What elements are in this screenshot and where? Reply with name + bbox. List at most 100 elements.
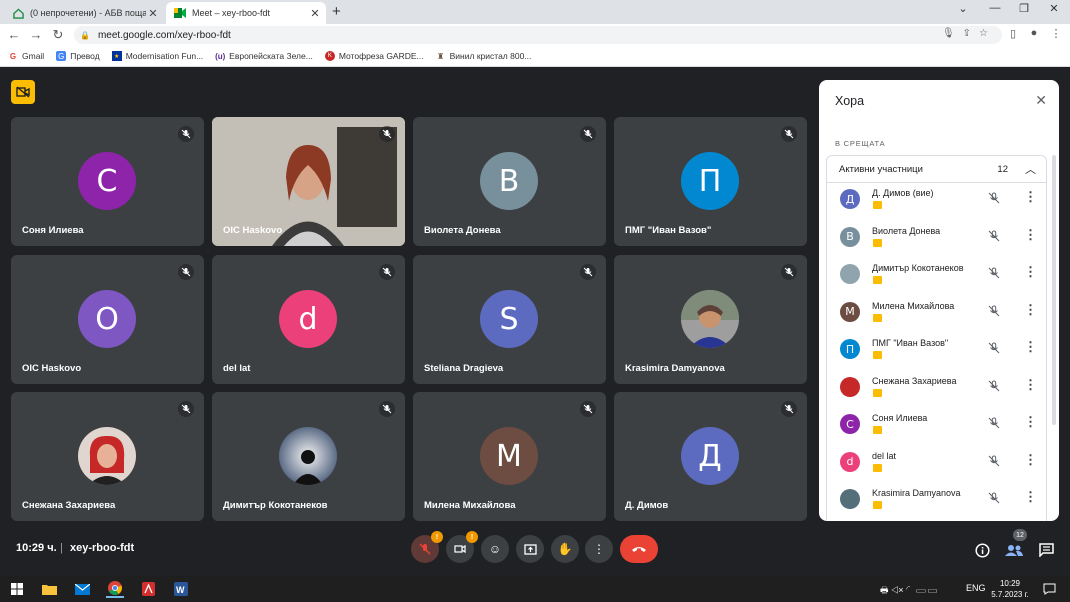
system-tray-icons[interactable]: 🖶 ◁× ◜ ▭ ▭ xyxy=(880,583,937,599)
back-button[interactable]: ← xyxy=(6,27,22,42)
bookmark-green-deal[interactable]: (u) Европейската Зеле... xyxy=(215,51,313,61)
participant-tile[interactable]: Д Д. Димов xyxy=(614,392,807,521)
participant-tile[interactable]: Снежана Захариева xyxy=(11,392,204,521)
people-button[interactable]: 12 xyxy=(1003,529,1027,561)
present-screen-button[interactable] xyxy=(516,535,544,563)
more-options-icon[interactable]: ⋮ xyxy=(1024,264,1037,280)
microphone-toggle-button[interactable]: ! xyxy=(411,531,443,563)
participant-tile[interactable]: OIC Haskovo xyxy=(212,117,405,246)
participant-tile[interactable]: С Соня Илиева xyxy=(11,117,204,246)
acrobat-icon[interactable] xyxy=(139,580,157,598)
participant-name: Снежана Захариева xyxy=(22,500,116,511)
reactions-button[interactable]: ☺ xyxy=(481,535,509,563)
participant-tile[interactable]: d del lat xyxy=(212,255,405,384)
close-tab-icon[interactable]: ✕ xyxy=(146,7,160,20)
browser-menu-icon[interactable]: ⋮ xyxy=(1048,27,1064,40)
participant-list-item[interactable]: Снежана Захариева ⋮ xyxy=(827,371,1048,408)
mic-off-icon[interactable] xyxy=(988,191,1000,209)
mail-icon[interactable] xyxy=(73,580,91,598)
avatar-photo xyxy=(78,427,136,485)
participant-tile[interactable]: В Виолета Донева xyxy=(413,117,606,246)
avatar: Д xyxy=(840,189,860,209)
participant-list-item[interactable]: Д Д. Димов (вие) ⋮ xyxy=(827,183,1048,220)
windows-start-icon[interactable] xyxy=(8,580,26,598)
avatar xyxy=(840,489,860,509)
raise-hand-button[interactable]: ✋ xyxy=(551,535,579,563)
forward-button[interactable]: → xyxy=(28,27,44,42)
leave-call-button[interactable] xyxy=(620,535,658,563)
participant-list-item[interactable]: d del lat ⋮ xyxy=(827,446,1048,483)
side-panel-icon[interactable]: ▯ xyxy=(1005,27,1021,40)
language-indicator[interactable]: ENG xyxy=(966,583,986,593)
mic-off-icon[interactable] xyxy=(988,454,1000,472)
close-window-button[interactable]: ✕ xyxy=(1043,2,1065,15)
section-label: В СРЕЩАТА xyxy=(835,139,886,148)
restore-button[interactable]: ❐ xyxy=(1013,2,1035,15)
reload-button[interactable]: ↻ xyxy=(50,27,66,43)
mic-off-icon[interactable] xyxy=(988,379,1000,397)
more-options-icon[interactable]: ⋮ xyxy=(1024,414,1037,430)
mic-off-icon xyxy=(580,401,596,417)
meeting-logo-icon[interactable] xyxy=(11,80,35,104)
meeting-info-button[interactable] xyxy=(971,539,993,561)
close-tab-icon[interactable]: ✕ xyxy=(308,7,322,20)
participant-tile[interactable]: Krasimira Damyanova xyxy=(614,255,807,384)
participant-name: del lat xyxy=(872,450,897,461)
address-bar[interactable]: 🔒 meet.google.com/xey-rboo-fdt 🎙⇪☆ xyxy=(74,26,1002,44)
mic-off-icon[interactable] xyxy=(988,416,1000,434)
participant-list-item[interactable]: Krasimira Damyanova ⋮ xyxy=(827,483,1048,520)
more-options-icon[interactable]: ⋮ xyxy=(1024,452,1037,468)
participant-tile[interactable]: M Милена Михайлова xyxy=(413,392,606,521)
participant-name: OIC Haskovo xyxy=(22,363,82,374)
more-options-icon[interactable]: ⋮ xyxy=(1024,302,1037,318)
chevron-up-icon[interactable]: ︿ xyxy=(1025,161,1036,177)
more-options-icon[interactable]: ⋮ xyxy=(1024,227,1037,243)
browser-tab-meet[interactable]: Meet – xey-rboo-fdt ✕ xyxy=(166,2,326,24)
participant-list-item[interactable]: Димитър Кокотанеков ⋮ xyxy=(827,258,1048,295)
mic-off-icon[interactable] xyxy=(988,491,1000,509)
camera-toggle-button[interactable]: ! xyxy=(446,531,478,563)
participant-list-item[interactable]: П ПМГ "Иван Вазов" ⋮ xyxy=(827,333,1048,370)
url-text: meet.google.com/xey-rboo-fdt xyxy=(97,29,231,41)
participants-group-header[interactable]: Активни участници 12 ︿ xyxy=(826,155,1047,183)
bookmark-vinyl[interactable]: ♜ Винил кристал 800... xyxy=(436,51,531,61)
mic-off-icon[interactable] xyxy=(988,304,1000,322)
panel-scrollbar[interactable] xyxy=(1052,155,1056,425)
gmail-icon: G xyxy=(9,51,17,61)
bookmark-gmail[interactable]: G Gmail xyxy=(8,51,44,61)
bookmark-modernisation[interactable]: ★ Modernisation Fun... xyxy=(111,51,203,61)
participant-list-item[interactable]: С Соня Илиева ⋮ xyxy=(827,408,1048,445)
chrome-icon[interactable] xyxy=(106,580,124,598)
new-tab-button[interactable]: + xyxy=(332,3,341,20)
word-icon[interactable]: W xyxy=(172,580,190,598)
hand-icon: ✋ xyxy=(557,542,573,556)
more-options-icon[interactable]: ⋮ xyxy=(1024,339,1037,355)
participant-name: ПМГ "Иван Вазов" xyxy=(625,225,712,236)
participant-tile[interactable]: Димитър Кокотанеков xyxy=(212,392,405,521)
more-options-button[interactable]: ⋮ xyxy=(585,535,613,563)
participant-list-item[interactable]: M Милена Михайлова ⋮ xyxy=(827,296,1048,333)
bookmark-motofreza[interactable]: K Мотофреза GARDE... xyxy=(324,51,424,61)
more-options-icon[interactable]: ⋮ xyxy=(1024,377,1037,393)
mic-off-icon[interactable] xyxy=(988,266,1000,284)
mic-off-icon[interactable] xyxy=(988,229,1000,247)
participant-list-item[interactable]: В Виолета Донева ⋮ xyxy=(827,221,1048,258)
more-options-icon[interactable]: ⋮ xyxy=(1024,189,1037,205)
browser-tab-mail[interactable]: (0 непрочетени) - АБВ поща ✕ xyxy=(4,2,164,24)
more-options-icon[interactable]: ⋮ xyxy=(1024,489,1037,505)
participant-tile[interactable]: П ПМГ "Иван Вазов" xyxy=(614,117,807,246)
camera-off-indicator-icon xyxy=(873,463,882,472)
bookmark-translate[interactable]: G Превод xyxy=(56,51,100,61)
minimize-button[interactable]: — xyxy=(984,2,1006,14)
notifications-icon[interactable] xyxy=(1040,580,1058,598)
mic-off-icon[interactable] xyxy=(988,341,1000,359)
profile-avatar[interactable]: ● xyxy=(1026,27,1042,39)
close-icon[interactable]: ✕ xyxy=(1035,92,1047,109)
taskbar-clock[interactable]: 10:29 5.7.2023 г. xyxy=(990,578,1030,600)
participant-tile[interactable]: S Steliana Dragieva xyxy=(413,255,606,384)
participant-tile[interactable]: O OIC Haskovo xyxy=(11,255,204,384)
file-explorer-icon[interactable] xyxy=(40,580,58,598)
chat-button[interactable] xyxy=(1035,539,1057,561)
emoji-icon: ☺ xyxy=(488,542,502,556)
tab-search-icon[interactable]: ⌄ xyxy=(952,2,974,15)
